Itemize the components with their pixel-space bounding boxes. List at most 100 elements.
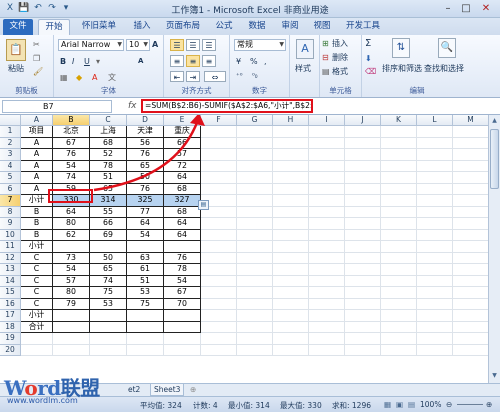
zoom-level[interactable]: 100% [420, 400, 441, 409]
format-painter-icon[interactable]: 🖌 [33, 66, 43, 77]
clear-icon[interactable]: ⌫ [365, 66, 376, 77]
zoom-in-icon[interactable]: ⊕ [486, 400, 492, 409]
align-middle-icon[interactable]: ☰ [186, 39, 200, 51]
cut-icon[interactable]: ✂ [33, 39, 40, 50]
shrink-font-button[interactable]: A [138, 56, 143, 67]
number-group-label: 数字 [252, 86, 267, 95]
align-center-icon[interactable]: ≡ [186, 55, 200, 67]
number-group: 常规 ▼ ¥ % , ⁺⁰ ⁰₀ 数字 [230, 35, 290, 97]
font-size-value: 10 [129, 40, 140, 49]
tab-classic-menu[interactable]: 怀旧菜单 [76, 19, 122, 35]
page-break-view-icon[interactable]: ▤ [408, 400, 415, 409]
tab-insert[interactable]: 插入 [128, 19, 156, 35]
undo-icon[interactable]: ↶ [32, 3, 44, 14]
merge-center-icon[interactable]: ⇔ [204, 71, 226, 82]
align-left-icon[interactable]: ≡ [170, 55, 184, 67]
sheet-tab-sheet3[interactable]: Sheet3 [150, 384, 185, 396]
scroll-up-icon[interactable]: ▲ [490, 116, 499, 126]
currency-icon[interactable]: ¥ [236, 56, 241, 67]
zoom-slider[interactable] [457, 404, 483, 405]
status-count: 计数: 4 [193, 401, 218, 410]
clipboard-group: 📋 粘贴 ✂ ❐ 🖌 剪贴板 [0, 35, 54, 97]
align-bottom-icon[interactable]: ☰ [202, 39, 216, 51]
status-sum: 求和: 1296 [332, 401, 371, 410]
excel-logo-icon[interactable]: X [4, 3, 16, 14]
vertical-scrollbar[interactable]: ▲ ▼ [488, 115, 500, 383]
bold-button[interactable]: B [60, 56, 66, 67]
window-title: 工作簿1 - Microsoft Excel 非商业用途 [171, 6, 329, 16]
styles-icon[interactable]: A [296, 39, 314, 59]
title-bar: X 💾 ↶ ↷ ▾ 工作簿1 - Microsoft Excel 非商业用途 –… [0, 0, 500, 18]
minimize-button[interactable]: – [440, 2, 456, 15]
font-color-icon[interactable]: A [92, 72, 97, 83]
normal-view-icon[interactable]: ▦ [384, 400, 391, 409]
vertical-scroll-thumb[interactable] [490, 129, 499, 189]
alignment-group-label: 对齐方式 [181, 86, 212, 95]
delete-cells-icon: ⊟ [322, 53, 329, 62]
close-button[interactable]: ✕ [476, 2, 496, 15]
grow-font-button[interactable]: A [152, 39, 158, 50]
tab-home[interactable]: 开始 [38, 19, 70, 35]
fill-color-icon[interactable]: ◆ [76, 72, 82, 83]
underline-button[interactable]: U [84, 56, 90, 67]
page-layout-view-icon[interactable]: ▣ [396, 400, 403, 409]
find-select-icon[interactable]: 🔍 [438, 38, 456, 58]
tab-review[interactable]: 审阅 [276, 19, 304, 35]
italic-button[interactable]: I [72, 56, 74, 67]
phonetic-icon[interactable]: 文 [108, 72, 116, 83]
customize-quick-access-icon[interactable]: ▾ [60, 3, 72, 14]
sort-filter-button[interactable]: 排序和筛选 [382, 63, 422, 74]
tab-developer[interactable]: 开发工具 [340, 19, 386, 35]
scroll-down-icon[interactable]: ▼ [490, 371, 499, 381]
ribbon-tabs: 文件 开始 怀旧菜单 插入 页面布局 公式 数据 审阅 视图 开发工具 [0, 18, 500, 35]
autosum-icon[interactable]: Σ [365, 38, 371, 49]
cells-group-label: 单元格 [329, 86, 352, 95]
paste-button[interactable]: 粘贴 [8, 63, 24, 74]
style-group: A 样式 [290, 35, 320, 97]
delete-cells-button[interactable]: 删除 [332, 52, 348, 63]
redo-icon[interactable]: ↷ [46, 3, 58, 14]
save-icon[interactable]: 💾 [18, 3, 30, 14]
insert-function-icon[interactable]: fx [128, 100, 137, 113]
status-average: 平均值: 324 [140, 401, 182, 410]
border-icon[interactable]: ▦ [60, 72, 68, 83]
insert-sheet-icon[interactable]: ⊕ [190, 384, 196, 396]
tab-view[interactable]: 视图 [308, 19, 336, 35]
name-box[interactable]: B7 [2, 100, 112, 113]
font-size-select[interactable]: 10 ▼ [126, 39, 150, 51]
comma-button[interactable]: , [264, 56, 267, 67]
formula-input[interactable]: =SUM(B$2:B6)-SUMIF($A$2:$A6,"小计",B$2:B6)… [141, 99, 313, 113]
percent-button[interactable]: % [250, 56, 258, 67]
tab-formulas[interactable]: 公式 [210, 19, 238, 35]
status-min: 最小值: 314 [228, 401, 270, 410]
clipboard-group-label: 剪贴板 [15, 86, 38, 95]
annotation-arrow-line [93, 119, 200, 192]
spreadsheet-grid[interactable]: A B C D E F G H I J K L M 1 项目 北京 上海 天津 重庆 2 A 67 68 56 66 3 A 76 52… [0, 115, 488, 383]
underline-dropdown-icon[interactable]: ▾ [96, 56, 100, 67]
tab-page-layout[interactable]: 页面布局 [160, 19, 206, 35]
format-cells-button[interactable]: 格式 [332, 66, 348, 77]
zoom-out-icon[interactable]: ⊖ [446, 400, 452, 409]
align-top-icon[interactable]: ☰ [170, 39, 184, 51]
align-right-icon[interactable]: ≡ [202, 55, 216, 67]
font-name-select[interactable]: Arial Narrow ▼ [58, 39, 124, 51]
number-format-select[interactable]: 常规 ▼ [234, 39, 286, 51]
increase-decimal-icon[interactable]: ⁺⁰ [236, 71, 243, 82]
tab-data[interactable]: 数据 [243, 19, 271, 35]
copy-icon[interactable]: ❐ [33, 53, 40, 64]
sort-filter-icon[interactable]: ⇅ [392, 38, 410, 58]
watermark-url: www.wordlm.com [7, 396, 78, 405]
decrease-decimal-icon[interactable]: ⁰₀ [252, 71, 258, 82]
status-max: 最大值: 330 [280, 401, 322, 410]
styles-button[interactable]: 样式 [295, 63, 311, 74]
find-select-button[interactable]: 查找和选择 [424, 63, 464, 74]
insert-cells-button[interactable]: 插入 [332, 38, 348, 49]
fill-icon[interactable]: ⬇ [365, 53, 372, 64]
tab-file[interactable]: 文件 [3, 19, 33, 35]
chevron-down-icon: ▼ [279, 41, 284, 48]
increase-indent-icon[interactable]: ⇥ [186, 71, 200, 82]
number-format-value: 常规 [237, 40, 253, 49]
decrease-indent-icon[interactable]: ⇤ [170, 71, 184, 82]
paste-icon[interactable]: 📋 [6, 39, 26, 61]
maximize-button[interactable]: □ [458, 2, 474, 15]
